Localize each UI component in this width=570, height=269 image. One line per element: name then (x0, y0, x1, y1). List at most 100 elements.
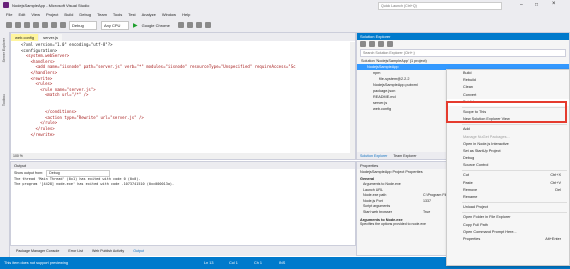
code-line[interactable]: </rewrite> (21, 132, 349, 138)
save-all-icon[interactable] (42, 22, 48, 28)
menu-item-icon (452, 223, 456, 227)
context-menu-item-rebuild[interactable]: Rebuild (447, 77, 569, 84)
publish-highlight-box (446, 101, 567, 123)
menu-view[interactable]: View (31, 12, 40, 17)
context-menu-item-source-control[interactable]: Source Control (447, 162, 569, 169)
browser-select[interactable]: Google Chrome (140, 22, 174, 29)
tab-team-explorer[interactable]: Team Explorer (390, 154, 419, 158)
menu-analyze[interactable]: Analyze (142, 12, 156, 17)
menu-file[interactable]: File (6, 12, 12, 17)
context-menu-item-open-command-prompt-here[interactable]: Open Command Prompt Here... (447, 229, 569, 236)
context-menu-item-copy-full-path[interactable]: Copy Full Path (447, 222, 569, 229)
refresh-icon[interactable] (177, 22, 184, 28)
editor-horizontal-scrollbar[interactable]: 100 % (11, 153, 355, 159)
menu-help[interactable]: Help (182, 12, 190, 17)
menu-item-icon (452, 231, 456, 235)
menu-project[interactable]: Project (46, 12, 58, 17)
property-name: Start web browser (363, 209, 392, 214)
context-menu-item-paste[interactable]: Paste Ctrl+V (447, 180, 569, 187)
menu-test[interactable]: Test (128, 12, 135, 17)
menu-item-label: Manage NuGet Packages... (463, 134, 510, 139)
tab-server-js[interactable]: server.js (39, 34, 63, 41)
zoom-level[interactable]: 100 % (13, 153, 23, 159)
code-editor[interactable]: web.config server.js <?xml version="1.0"… (10, 32, 356, 160)
browser-link-icon[interactable] (186, 22, 193, 28)
back-icon[interactable] (6, 22, 12, 28)
collapse-all-icon[interactable] (378, 41, 384, 47)
refresh-icon[interactable] (369, 41, 375, 47)
tab-web-config[interactable]: web.config (11, 34, 39, 41)
bottom-tool-tabs: Package Manager Console Error List Web P… (10, 246, 360, 256)
context-menu-item-convert[interactable]: Convert (447, 92, 569, 99)
tab-solution-explorer[interactable]: Solution Explorer (357, 154, 390, 158)
menu-item-shortcut: Alt+Enter (545, 236, 561, 241)
context-menu-item-add[interactable]: Add (447, 126, 569, 133)
config-select[interactable]: Debug (69, 20, 97, 30)
menu-item-label: Unload Project (463, 205, 488, 210)
menu-build[interactable]: Build (64, 12, 73, 17)
context-menu-item-properties[interactable]: Properties Alt+Enter (447, 236, 569, 243)
tab-package-manager-console[interactable]: Package Manager Console (14, 249, 61, 253)
menu-item-label: Cut (463, 173, 469, 178)
toolbox-tab[interactable]: Toolbox (2, 94, 6, 106)
window-title: NodejsSampleApp - Microsoft Visual Studi… (12, 2, 90, 8)
context-menu-item-open-in-node-js-interactive[interactable]: Open in Node.js Interactive (447, 141, 569, 148)
context-menu-item-unload-project[interactable]: Unload Project (447, 204, 569, 211)
home-icon[interactable] (360, 41, 366, 47)
menu-item-icon (452, 72, 456, 76)
redo-icon[interactable] (60, 22, 66, 28)
new-project-icon[interactable] (24, 22, 30, 28)
menu-item-label: Source Control (463, 163, 489, 168)
menu-item-label: Paste (463, 180, 473, 185)
forward-icon[interactable] (15, 22, 21, 28)
uncomment-icon[interactable] (204, 22, 211, 28)
menu-item-label: Open Folder in File Explorer (463, 215, 511, 220)
menu-item-label: Rename (463, 195, 478, 199)
tree-node-label: README.md (373, 95, 396, 99)
save-icon[interactable] (33, 22, 39, 28)
output-line: The program '[4428] node.exe' has exited… (14, 182, 175, 186)
context-menu-item-cut[interactable]: Cut Ctrl+X (447, 172, 569, 179)
status-insert-mode: INS (279, 261, 286, 265)
start-icon[interactable]: ▶ (133, 22, 138, 29)
close-button[interactable]: × (552, 1, 556, 7)
menu-debug[interactable]: Debug (79, 12, 91, 17)
context-menu-item-rename[interactable]: Rename (447, 194, 569, 201)
context-menu-item-remove[interactable]: Remove Del (447, 187, 569, 194)
editor-vertical-scrollbar[interactable] (350, 42, 355, 153)
show-all-files-icon[interactable] (387, 41, 393, 47)
menu-team[interactable]: Team (97, 12, 107, 17)
quick-launch-input[interactable]: Quick Launch (Ctrl+Q) (378, 2, 502, 10)
output-source-select[interactable]: Debug (46, 169, 111, 177)
minimize-button[interactable]: – (520, 2, 523, 8)
solution-explorer-search-input[interactable]: Search Solution Explorer (Ctrl+;) (360, 49, 566, 57)
menu-item-icon (452, 196, 456, 200)
context-menu-item-debug[interactable]: Debug (447, 155, 569, 162)
toolbar: Debug Any CPU ▶ Google Chrome (0, 18, 570, 33)
output-title: Output (14, 163, 27, 168)
tab-error-list[interactable]: Error List (66, 249, 85, 253)
context-menu-item-open-folder-in-file-explorer[interactable]: Open Folder in File Explorer (447, 214, 569, 221)
properties-title: Properties (360, 163, 379, 168)
context-menu-item-build[interactable]: Build (447, 70, 569, 77)
platform-select[interactable]: Any CPU (101, 20, 129, 30)
menu-tools[interactable]: Tools (113, 12, 122, 17)
menu-edit[interactable]: Edit (18, 12, 25, 17)
undo-icon[interactable] (51, 22, 57, 28)
solution-explorer-title: Solution Explorer (360, 34, 391, 39)
menu-item-label: Remove (463, 187, 478, 192)
server-explorer-tab[interactable]: Server Explorer (2, 38, 6, 62)
menu-separator (462, 124, 567, 126)
output-pane: Output Show output from: Debug The threa… (10, 161, 356, 246)
code-text[interactable]: <?xml version="1.0" encoding="utf-8"?> <c… (11, 42, 349, 153)
comment-icon[interactable] (195, 22, 202, 28)
menu-item-icon (452, 164, 456, 168)
menu-window[interactable]: Window (162, 12, 176, 17)
tree-node-label: npm (373, 71, 381, 75)
context-menu-item-clean[interactable]: Clean (447, 84, 569, 91)
menu-item-label: Build (463, 71, 472, 75)
maximize-button[interactable]: □ (535, 2, 538, 8)
tab-output[interactable]: Output (131, 249, 146, 253)
context-menu-item-set-as-startup-project[interactable]: Set as StartUp Project (447, 148, 569, 155)
tab-web-publish-activity[interactable]: Web Publish Activity (90, 249, 126, 253)
